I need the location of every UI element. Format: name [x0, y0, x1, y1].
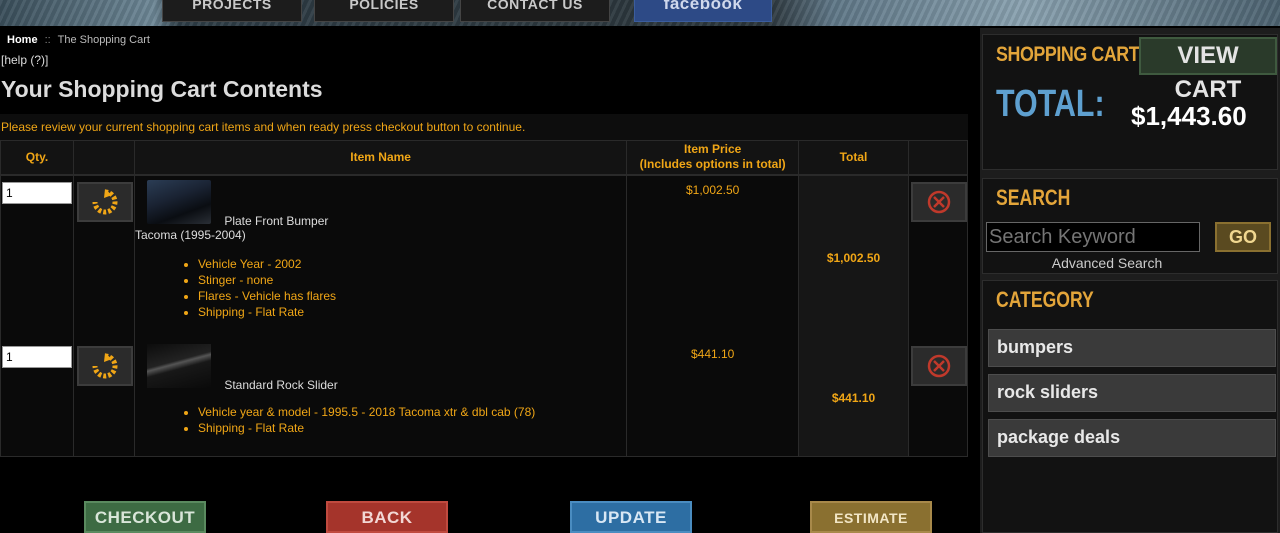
- line-total: $1,002.50: [798, 174, 909, 340]
- cart-total-value: $1,443.60: [1131, 101, 1247, 131]
- go-button[interactable]: GO: [1215, 222, 1271, 252]
- search-input[interactable]: [986, 222, 1200, 252]
- nav-facebook[interactable]: facebook: [634, 0, 772, 22]
- option-item: Flares - Vehicle has flares: [198, 288, 626, 304]
- back-button[interactable]: BACK: [326, 501, 448, 533]
- nav-contact-us[interactable]: CONTACT US: [460, 0, 610, 22]
- sidebar: SHOPPING CART VIEW CART TOTAL: $1,443.60…: [980, 28, 1280, 533]
- qty-cell: [0, 174, 74, 340]
- category-box: CATEGORY bumpers rock sliders package de…: [982, 280, 1278, 533]
- cart-total-label: TOTAL:: [996, 83, 1105, 125]
- header-refresh: [73, 140, 135, 176]
- qty-input[interactable]: [2, 345, 72, 368]
- category-heading: CATEGORY: [996, 287, 1094, 312]
- header-item-name: Item Name: [134, 140, 628, 176]
- breadcrumb: Home :: The Shopping Cart: [7, 34, 150, 46]
- refresh-cell: [73, 174, 135, 340]
- search-heading: SEARCH: [996, 185, 1071, 210]
- delete-cell: [908, 174, 969, 340]
- breadcrumb-current: The Shopping Cart: [57, 34, 150, 46]
- option-item: Vehicle year & model - 1995.5 - 2018 Tac…: [198, 404, 626, 420]
- product-thumbnail[interactable]: [146, 179, 211, 224]
- table-row: Standard Rock Slider Vehicle year & mode…: [0, 339, 969, 457]
- instructions-text: Please review your current shopping cart…: [0, 114, 968, 140]
- option-item: Stinger - none: [198, 272, 626, 288]
- header-delete: [908, 140, 969, 176]
- top-nav-bar: PROJECTS POLICIES CONTACT US facebook: [0, 0, 1280, 26]
- delete-button[interactable]: [910, 181, 967, 222]
- delete-icon: [927, 190, 951, 213]
- item-name-link[interactable]: Standard Rock Slider: [224, 378, 337, 392]
- delete-icon: [927, 354, 951, 377]
- option-item: Vehicle Year - 2002: [198, 256, 626, 272]
- category-item-bumpers[interactable]: bumpers: [988, 329, 1276, 367]
- category-item-package-deals[interactable]: package deals: [988, 419, 1276, 457]
- option-item: Shipping - Flat Rate: [198, 304, 626, 320]
- table-row: Plate Front Bumper Tacoma (1995-2004) Ve…: [0, 174, 969, 340]
- nav-projects[interactable]: PROJECTS: [162, 0, 302, 22]
- delete-button[interactable]: [910, 345, 967, 386]
- search-box: SEARCH GO Advanced Search: [982, 178, 1278, 274]
- breadcrumb-separator: ::: [44, 34, 51, 46]
- header-total: Total: [798, 140, 909, 176]
- breadcrumb-home[interactable]: Home: [7, 34, 38, 46]
- shopping-cart-box: SHOPPING CART VIEW CART TOTAL: $1,443.60: [982, 34, 1278, 170]
- nav-policies[interactable]: POLICIES: [314, 0, 454, 22]
- unit-price: $441.10: [626, 339, 800, 457]
- refresh-icon: [92, 188, 118, 214]
- checkout-button[interactable]: CHECKOUT: [84, 501, 206, 533]
- header-qty: Qty.: [0, 140, 74, 176]
- item-cell: Standard Rock Slider Vehicle year & mode…: [134, 339, 628, 457]
- header-item-price-line2: (Includes options in total): [639, 157, 786, 172]
- item-cell: Plate Front Bumper Tacoma (1995-2004) Ve…: [134, 174, 628, 340]
- shopping-cart-heading: SHOPPING CART: [996, 43, 1140, 66]
- page-title: Your Shopping Cart Contents: [1, 76, 323, 102]
- delete-cell: [908, 339, 969, 457]
- update-button[interactable]: UPDATE: [570, 501, 692, 533]
- refresh-icon: [92, 352, 118, 378]
- line-total: $441.10: [798, 339, 909, 457]
- item-name-sub: Tacoma (1995-2004): [134, 227, 246, 242]
- header-item-price: Item Price (Includes options in total): [626, 140, 800, 176]
- option-item: Shipping - Flat Rate: [198, 420, 626, 436]
- advanced-search-link[interactable]: Advanced Search: [983, 255, 1231, 271]
- item-options: Vehicle Year - 2002 Stinger - none Flare…: [198, 256, 626, 320]
- main-content: Home :: The Shopping Cart [help (?)] You…: [0, 28, 975, 533]
- cart-table: Qty. Item Name Item Price (Includes opti…: [0, 140, 969, 457]
- qty-input[interactable]: [2, 181, 72, 204]
- header-item-price-line1: Item Price: [683, 142, 742, 157]
- refresh-button[interactable]: [76, 181, 133, 222]
- category-item-rock-sliders[interactable]: rock sliders: [988, 374, 1276, 412]
- item-name-link[interactable]: Plate Front Bumper: [224, 214, 328, 228]
- product-thumbnail[interactable]: [146, 343, 211, 388]
- view-cart-button[interactable]: VIEW CART: [1139, 37, 1277, 103]
- unit-price: $1,002.50: [626, 174, 800, 340]
- estimate-shipping-button[interactable]: ESTIMATE SHIPPING: [810, 501, 932, 533]
- refresh-cell: [73, 339, 135, 457]
- qty-cell: [0, 339, 74, 457]
- refresh-button[interactable]: [76, 345, 133, 386]
- item-options: Vehicle year & model - 1995.5 - 2018 Tac…: [198, 404, 626, 436]
- help-link[interactable]: [help (?)]: [1, 53, 48, 67]
